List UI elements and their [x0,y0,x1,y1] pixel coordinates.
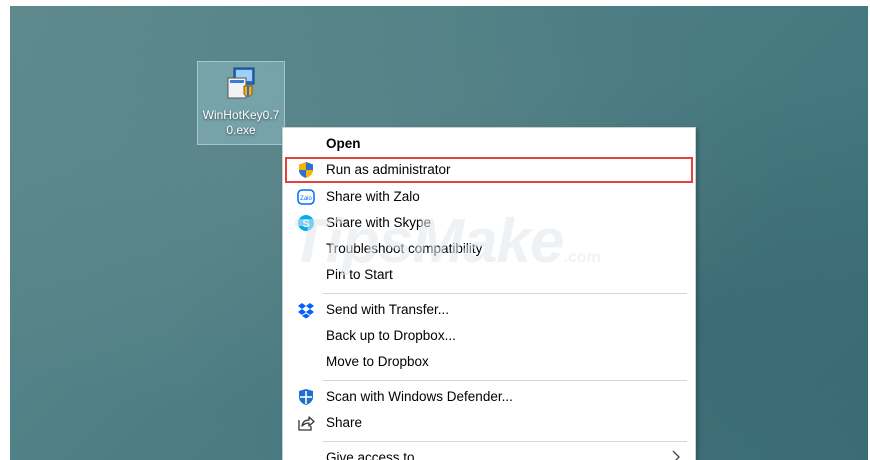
chevron-right-icon [672,450,680,460]
menu-item-open[interactable]: Open [283,131,695,157]
svg-text:Zalo: Zalo [300,196,312,202]
desktop-file-label: WinHotKey0.70.exe [202,108,280,137]
menu-item-label: Scan with Windows Defender... [326,389,513,404]
menu-item-label: Share [326,415,363,430]
menu-item-label: Troubleshoot compatibility [326,241,483,256]
menu-item-share-with-skype[interactable]: S Share with Skype [283,210,695,236]
share-icon [298,416,315,431]
menu-item-give-access-to[interactable]: Give access to [283,445,695,460]
menu-item-move-to-dropbox[interactable]: Move to Dropbox [283,349,695,375]
menu-item-troubleshoot-compatibility[interactable]: Troubleshoot compatibility [283,236,695,262]
zalo-icon: Zalo [297,189,315,205]
installer-icon [227,67,255,99]
svg-text:S: S [302,218,309,230]
menu-item-share-with-zalo[interactable]: Zalo Share with Zalo [283,184,695,210]
uac-shield-icon [299,162,313,178]
menu-item-send-with-transfer[interactable]: Send with Transfer... [283,297,695,323]
menu-separator [323,380,687,381]
desktop-file-icon[interactable]: WinHotKey0.70.exe [197,61,285,145]
menu-item-run-as-administrator[interactable]: Run as administrator [285,157,693,183]
menu-item-label: Open [326,136,361,151]
menu-item-label: Give access to [326,450,415,460]
menu-item-label: Pin to Start [326,267,393,282]
menu-item-label: Move to Dropbox [326,354,429,369]
menu-separator [323,293,687,294]
menu-item-back-up-to-dropbox[interactable]: Back up to Dropbox... [283,323,695,349]
context-menu: Open Run as administrator Zalo Share wit… [282,127,696,460]
menu-item-label: Share with Skype [326,215,432,230]
skype-icon: S [298,215,314,231]
menu-item-label: Send with Transfer... [326,302,450,317]
menu-separator [323,441,687,442]
menu-item-scan-with-windows-defender[interactable]: Scan with Windows Defender... [283,384,695,410]
dropbox-icon [298,303,314,319]
menu-item-label: Back up to Dropbox... [326,328,456,343]
windows-defender-icon [299,389,313,405]
menu-item-share[interactable]: Share [283,410,695,436]
menu-item-label: Run as administrator [326,162,451,177]
menu-item-label: Share with Zalo [326,189,420,204]
menu-item-pin-to-start[interactable]: Pin to Start [283,262,695,288]
desktop-background[interactable]: WinHotKey0.70.exe TipsMake.com Open Run … [10,6,868,460]
